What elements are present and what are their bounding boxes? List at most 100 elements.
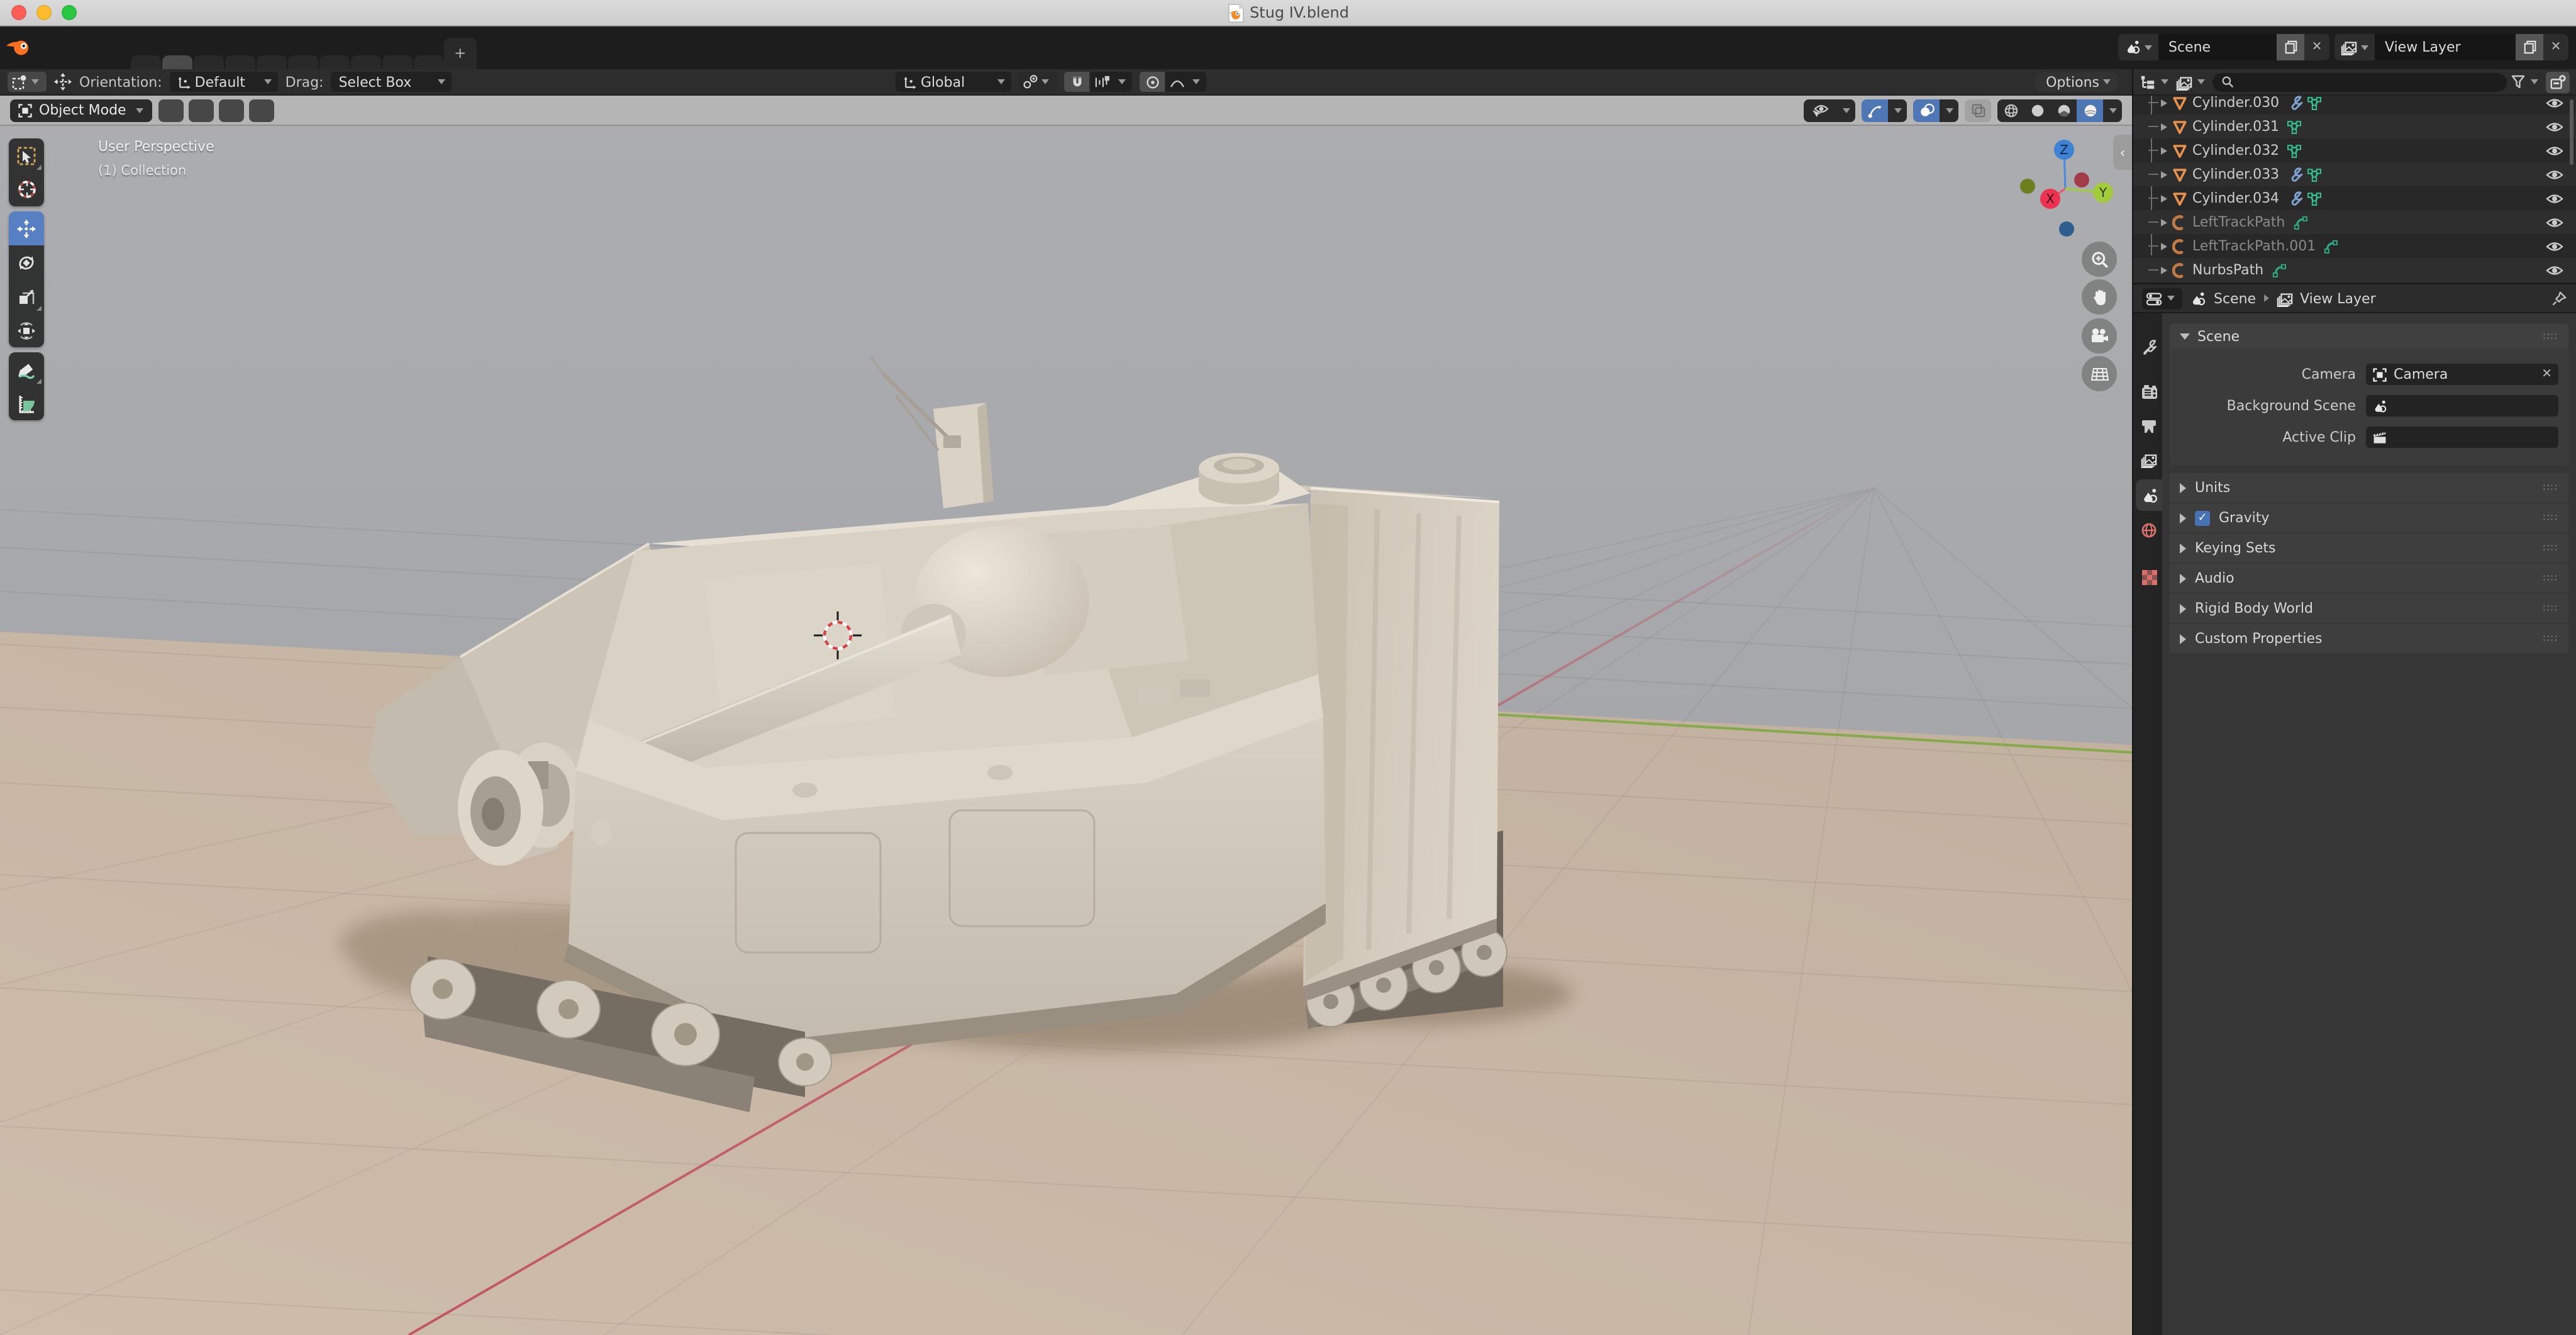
outliner-scrollbar[interactable] [2570, 99, 2573, 165]
menu-item[interactable] [53, 44, 70, 52]
outliner-row[interactable]: NurbsPath [2133, 258, 2576, 282]
outliner-row[interactable]: Cylinder.033 [2133, 162, 2576, 186]
active-clip-field[interactable] [2366, 427, 2558, 448]
transform-orientation-dropdown[interactable]: Global [896, 72, 1011, 92]
shading-wireframe-button[interactable] [1997, 99, 2024, 121]
collapsed-panel[interactable]: Units ∷∷ [2170, 473, 2568, 502]
snap-toggle[interactable] [1064, 72, 1089, 92]
blender-logo-icon[interactable] [5, 35, 33, 60]
outliner-row[interactable]: Cylinder.034 [2133, 186, 2576, 210]
options-dropdown[interactable]: Options [2033, 72, 2119, 92]
clear-camera-button[interactable]: ✕ [2541, 367, 2552, 381]
tool-select-box[interactable] [9, 138, 44, 172]
hide-in-viewport-eye-icon[interactable] [2546, 264, 2563, 276]
curve-data-icon[interactable] [2323, 238, 2338, 254]
pivot-point-dropdown[interactable] [1019, 72, 1057, 92]
sidebar-collapse-tab[interactable]: ‹ [2113, 135, 2132, 170]
expand-icon[interactable] [2161, 123, 2167, 130]
overlays-toggle[interactable] [1913, 99, 1958, 121]
panel-drag-dots[interactable]: ∷∷ [2543, 512, 2558, 523]
new-scene-button[interactable] [2277, 34, 2304, 60]
expand-icon[interactable] [2161, 218, 2167, 226]
mode-dropdown[interactable]: Object Mode [10, 99, 153, 121]
gravity-checkbox[interactable]: ✓ [2195, 510, 2210, 525]
workspace-tab[interactable] [319, 55, 350, 69]
editor-type-dropdown[interactable] [2142, 288, 2182, 309]
camera-view-button[interactable] [2082, 318, 2117, 354]
collapsed-panel[interactable]: ✓ Gravity ∷∷ [2170, 503, 2568, 532]
scene-selector[interactable]: Scene ✕ [2118, 34, 2329, 60]
background-scene-field[interactable] [2366, 395, 2558, 416]
workspace-tab[interactable] [131, 55, 161, 69]
expand-icon[interactable] [2161, 147, 2167, 154]
hide-in-viewport-eye-icon[interactable] [2546, 120, 2563, 133]
menu-item[interactable] [35, 44, 53, 52]
viewport-menu-item[interactable] [189, 99, 214, 121]
workspace-tab[interactable] [194, 55, 224, 69]
workspace-tab[interactable] [288, 55, 318, 69]
tool-annotate[interactable] [9, 352, 44, 386]
camera-field[interactable]: Camera ✕ [2366, 364, 2558, 385]
panel-drag-dots[interactable]: ∷∷ [2543, 633, 2558, 644]
xray-toggle[interactable] [1965, 99, 1991, 121]
outliner-row[interactable]: LeftTrackPath.001 [2133, 234, 2576, 258]
viewport-menu-item[interactable] [250, 99, 275, 121]
tab-scene[interactable] [2136, 479, 2162, 511]
pan-button[interactable] [2082, 279, 2117, 315]
outliner-row[interactable]: LeftTrackPath [2133, 210, 2576, 234]
outliner-filter-type-dropdown[interactable] [2176, 74, 2209, 90]
expand-icon[interactable] [2161, 266, 2167, 274]
remove-view-layer-button[interactable]: ✕ [2543, 34, 2568, 60]
gizmos-toggle[interactable] [1862, 99, 1907, 121]
expand-icon[interactable] [2161, 99, 2167, 106]
menu-item[interactable] [70, 44, 88, 52]
hide-in-viewport-eye-icon[interactable] [2546, 216, 2563, 228]
curve-data-icon[interactable] [2292, 215, 2307, 230]
drag-dropdown[interactable]: Select Box [331, 72, 452, 92]
outliner-row[interactable]: Cylinder.030 [2133, 96, 2576, 115]
modifier-wrench-icon[interactable] [2287, 166, 2303, 182]
collapsed-panel[interactable]: Rigid Body World ∷∷ [2170, 594, 2568, 623]
workspace-tab[interactable] [162, 55, 192, 69]
hide-in-viewport-eye-icon[interactable] [2546, 192, 2563, 204]
unlink-scene-button[interactable]: ✕ [2304, 34, 2329, 60]
workspace-tab[interactable] [414, 55, 444, 69]
new-view-layer-button[interactable] [2516, 34, 2543, 60]
expand-icon[interactable] [2161, 170, 2167, 178]
curve-data-icon[interactable] [2271, 262, 2286, 277]
breadcrumb-scene[interactable]: Scene [2214, 290, 2256, 306]
view-layer-selector[interactable]: View Layer ✕ [2334, 34, 2568, 60]
new-collection-button[interactable] [2546, 71, 2570, 92]
tab-tool[interactable] [2136, 331, 2162, 362]
navigation-gizmo[interactable]: Z X Y [1995, 126, 2132, 252]
mesh-data-icon[interactable] [2307, 167, 2322, 182]
menu-item[interactable] [106, 44, 123, 52]
active-tool-button[interactable] [8, 72, 47, 92]
collapsed-panel[interactable]: Keying Sets ∷∷ [2170, 533, 2568, 562]
hide-in-viewport-eye-icon[interactable] [2546, 168, 2563, 181]
proportional-editing-toggle[interactable] [1140, 72, 1165, 92]
tool-measure[interactable] [9, 386, 44, 420]
shading-material-button[interactable] [2050, 99, 2077, 121]
orthographic-toggle-button[interactable] [2082, 356, 2117, 391]
tool-scale[interactable] [9, 279, 44, 313]
panel-drag-dots[interactable]: ∷∷ [2543, 573, 2558, 584]
workspace-tab[interactable] [351, 55, 381, 69]
shading-solid-button[interactable] [2024, 99, 2050, 121]
collapsed-panel[interactable]: Audio ∷∷ [2170, 564, 2568, 593]
outliner-filter-dropdown[interactable] [2511, 74, 2542, 89]
panel-drag-dots[interactable]: ∷∷ [2543, 482, 2558, 493]
panel-drag-dots[interactable]: ∷∷ [2543, 330, 2558, 342]
viewport-menu-item[interactable] [159, 99, 184, 121]
outliner-row[interactable]: Cylinder.031 [2133, 115, 2576, 138]
tool-transform[interactable] [9, 313, 44, 347]
hide-in-viewport-eye-icon[interactable] [2546, 96, 2563, 109]
workspace-tab[interactable] [382, 55, 413, 69]
viewport-menu-item[interactable] [219, 99, 245, 121]
shading-dropdown[interactable] [2103, 99, 2122, 121]
orientation-dropdown[interactable]: Default [170, 72, 278, 92]
scene-panel-header[interactable]: Scene ∷∷ [2170, 323, 2568, 349]
panel-drag-dots[interactable]: ∷∷ [2543, 603, 2558, 614]
mesh-data-icon[interactable] [2307, 96, 2322, 110]
expand-icon[interactable] [2161, 194, 2167, 202]
